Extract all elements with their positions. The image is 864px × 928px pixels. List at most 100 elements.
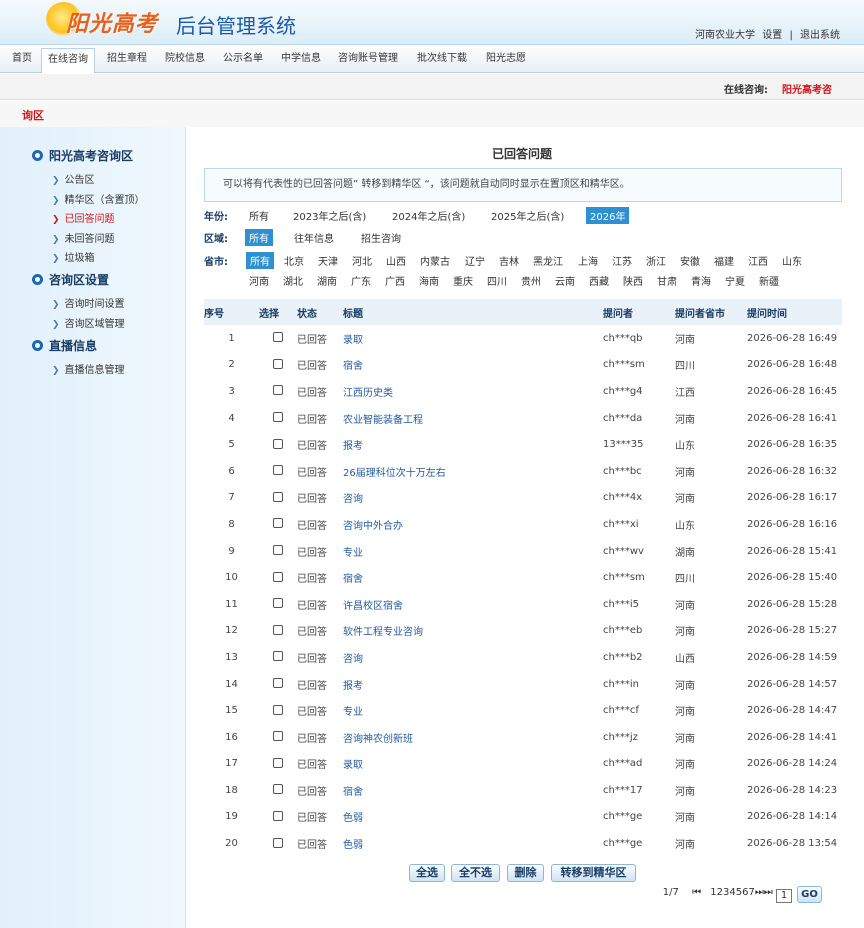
sidebar-item-trash[interactable]: ❯ 垃圾箱 [52,249,95,264]
province-option[interactable]: 山西 [386,253,406,268]
province-option[interactable]: 北京 [284,253,304,268]
row-title-link[interactable]: 专业 [343,537,603,565]
nav-batch-line-download[interactable]: 批次线下载 [411,50,473,73]
province-option[interactable]: 内蒙古 [420,253,450,268]
row-checkbox[interactable] [273,678,283,689]
row-checkbox[interactable] [273,358,283,369]
region-option-all[interactable]: 所有 [245,229,273,246]
year-option-all[interactable]: 所有 [249,208,269,223]
province-option[interactable]: 江西 [748,253,768,268]
sidebar-item-live-manage[interactable]: ❯ 直播信息管理 [52,361,125,376]
row-checkbox[interactable] [273,598,283,609]
province-option[interactable]: 辽宁 [465,253,485,268]
row-checkbox[interactable] [273,624,283,635]
go-button[interactable]: GO [797,886,822,903]
province-option[interactable]: 山东 [782,253,802,268]
nav-sunshine-volunteer[interactable]: 阳光志愿 [480,50,532,73]
row-title-link[interactable]: 咨询 [343,484,603,512]
sidebar-section-live[interactable]: 直播信息 [32,337,97,354]
province-option[interactable]: 福建 [714,253,734,268]
year-option-2024[interactable]: 2024年之后(含) [392,208,465,223]
sidebar-item-announcement[interactable]: ❯ 公告区 [52,171,95,186]
move-to-featured-button[interactable]: 转移到精华区 [551,864,636,882]
nav-public-list[interactable]: 公示名单 [217,50,269,73]
province-option[interactable]: 青海 [691,273,711,288]
province-option[interactable]: 江苏 [612,253,632,268]
sidebar-item-unanswered[interactable]: ❯ 未回答问题 [52,230,115,245]
row-checkbox[interactable] [273,438,283,449]
sidebar-section-settings[interactable]: 咨询区设置 [32,271,109,288]
row-title-link[interactable]: 专业 [343,697,603,724]
province-option[interactable]: 陕西 [623,273,643,288]
settings-link[interactable]: 设置 [762,30,782,41]
row-title-link[interactable]: 录取 [343,750,603,778]
delete-button[interactable]: 删除 [507,864,544,882]
row-checkbox[interactable] [273,465,283,476]
province-option[interactable]: 上海 [578,253,598,268]
sidebar-item-area-manage[interactable]: ❯ 咨询区域管理 [52,315,125,330]
province-option[interactable]: 广东 [351,273,371,288]
province-option[interactable]: 海南 [419,273,439,288]
row-title-link[interactable]: 录取 [343,325,603,352]
row-checkbox[interactable] [273,412,283,423]
province-option[interactable]: 浙江 [646,253,666,268]
sidebar-item-answered[interactable]: ❯ 已回答问题 [52,210,115,225]
nav-account-manage[interactable]: 咨询账号管理 [332,50,404,73]
row-checkbox[interactable] [273,545,283,556]
year-option-2023[interactable]: 2023年之后(含) [293,208,366,223]
region-option-admission[interactable]: 招生咨询 [361,230,401,245]
province-option[interactable]: 天津 [318,253,338,268]
nav-school-info[interactable]: 院校信息 [159,50,211,73]
row-title-link[interactable]: 软件工程专业咨询 [343,618,603,645]
province-option[interactable]: 所有 [246,252,274,269]
province-option[interactable]: 宁夏 [725,273,745,288]
province-option[interactable]: 安徽 [680,253,700,268]
select-all-button[interactable]: 全选 [409,864,445,882]
year-option-2025[interactable]: 2025年之后(含) [491,208,564,223]
page-numbers[interactable]: 1234567 [710,887,755,898]
province-option[interactable]: 湖北 [283,273,303,288]
row-checkbox[interactable] [273,731,283,742]
province-option[interactable]: 重庆 [453,273,473,288]
sidebar-item-time-settings[interactable]: ❯ 咨询时间设置 [52,295,125,310]
row-title-link[interactable]: 咨询 [343,644,603,671]
row-checkbox[interactable] [273,810,283,821]
row-checkbox[interactable] [273,571,283,582]
nav-admission-rules[interactable]: 招生章程 [101,50,153,73]
region-option-past[interactable]: 往年信息 [294,230,334,245]
province-option[interactable]: 四川 [487,273,507,288]
logout-link[interactable]: 退出系统 [800,30,840,41]
nav-home[interactable]: 首页 [6,50,38,73]
row-title-link[interactable]: 咨询神农创新班 [343,724,603,751]
sidebar-section-consult[interactable]: 阳光高考咨询区 [32,147,133,164]
page-input[interactable]: 1 [776,889,792,903]
row-checkbox[interactable] [273,704,283,715]
row-title-link[interactable]: 报考 [343,671,603,698]
row-checkbox[interactable] [273,784,283,795]
row-title-link[interactable]: 宿舍 [343,564,603,591]
row-title-link[interactable]: 色弱 [343,830,603,857]
province-option[interactable]: 吉林 [499,253,519,268]
row-checkbox[interactable] [273,332,283,343]
nav-online-consult[interactable]: 在线咨询 [41,48,95,74]
row-title-link[interactable]: 江西历史类 [343,378,603,405]
province-option[interactable]: 西藏 [589,273,609,288]
row-title-link[interactable]: 26届理科位次十万左右 [343,458,603,485]
row-checkbox[interactable] [273,385,283,396]
sidebar-item-featured[interactable]: ❯ 精华区（含置顶） [52,191,145,206]
province-option[interactable]: 甘肃 [657,273,677,288]
province-option[interactable]: 贵州 [521,273,541,288]
row-title-link[interactable]: 许昌校区宿舍 [343,590,603,618]
row-title-link[interactable]: 宿舍 [343,777,603,804]
row-checkbox[interactable] [273,757,283,768]
province-option[interactable]: 云南 [555,273,575,288]
select-none-button[interactable]: 全不选 [451,864,500,882]
row-checkbox[interactable] [273,518,283,529]
year-option-2026[interactable]: 2026年 [586,207,630,224]
row-checkbox[interactable] [273,837,283,848]
first-page-icon[interactable]: ⏮ [692,887,701,898]
row-title-link[interactable]: 色弱 [343,803,603,831]
row-checkbox[interactable] [273,651,283,662]
province-option[interactable]: 河北 [352,253,372,268]
last-page-icon[interactable]: ⏭⏭ [755,887,773,898]
